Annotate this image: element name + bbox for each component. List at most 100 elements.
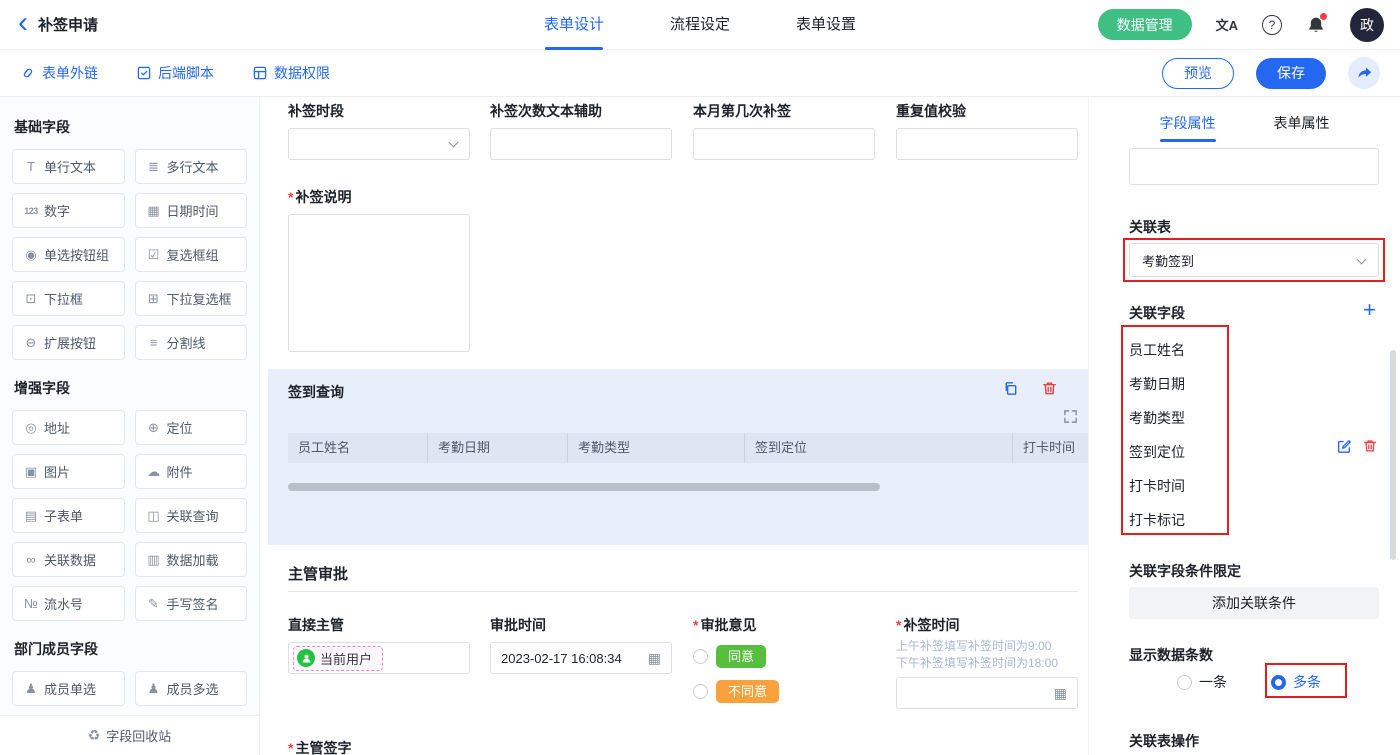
related-table-select[interactable]: 考勤签到: [1129, 243, 1379, 277]
notification-dot: [1320, 13, 1327, 20]
field-type-subform[interactable]: ▤子表单: [12, 498, 125, 533]
script-icon: [136, 65, 152, 81]
radio-multi-row-checked[interactable]: [1271, 675, 1286, 690]
field-type-member-multi[interactable]: ♟成员多选: [135, 671, 248, 706]
sign-count-helper-input[interactable]: [490, 128, 672, 160]
sign-query-block-selected[interactable]: 签到查询 员工姓名 考勤日期 考勤类型 签到定位 打卡时间: [268, 369, 1088, 545]
option-single-row[interactable]: 一条: [1177, 672, 1227, 692]
field-sign-count-helper[interactable]: 补签次数文本辅助: [490, 103, 672, 160]
field-type-extend-button[interactable]: ⊖扩展按钮: [12, 325, 125, 360]
datetime-icon: ▦: [145, 203, 163, 219]
direct-manager-input[interactable]: 当前用户: [288, 642, 470, 674]
add-condition-button[interactable]: 添加关联条件: [1129, 587, 1379, 619]
list-item[interactable]: 考勤类型: [1129, 401, 1185, 435]
form-external-link[interactable]: 表单外链: [20, 63, 98, 83]
field-type-number[interactable]: 123数字: [12, 193, 125, 228]
field-sign-note[interactable]: *补签说明: [288, 189, 470, 352]
tab-form-setting[interactable]: 表单设置: [796, 0, 856, 50]
tab-form-properties[interactable]: 表单属性: [1274, 113, 1330, 142]
field-type-attachment[interactable]: ☁附件: [135, 454, 248, 489]
sign-time-input[interactable]: ▦: [896, 677, 1078, 709]
field-type-label: 扩展按钮: [44, 333, 96, 352]
copy-icon[interactable]: [1002, 380, 1019, 397]
delete-icon[interactable]: [1362, 438, 1378, 454]
notification-bell-icon[interactable]: [1306, 15, 1326, 35]
field-type-handwritten-signature[interactable]: ✎手写签名: [135, 586, 248, 621]
delete-icon[interactable]: [1041, 380, 1058, 397]
field-type-single-line-text[interactable]: T单行文本: [12, 149, 125, 184]
radio-single-row[interactable]: [1177, 675, 1192, 690]
data-manage-button[interactable]: 数据管理: [1098, 9, 1192, 40]
horizontal-scrollbar[interactable]: [288, 483, 880, 491]
field-type-related-data[interactable]: ∞关联数据: [12, 542, 125, 577]
duplicate-check-input[interactable]: [896, 128, 1078, 160]
radio-agree[interactable]: [693, 649, 708, 664]
backend-script-link[interactable]: 后端脚本: [136, 63, 214, 83]
field-month-count[interactable]: 本月第几次补签: [693, 103, 875, 160]
field-type-divider[interactable]: ≡分割线: [135, 325, 248, 360]
field-type-image[interactable]: ▣图片: [12, 454, 125, 489]
field-approve-opinion[interactable]: *审批意见 同意 不同意: [693, 617, 893, 703]
option-multi-row[interactable]: 多条: [1271, 672, 1321, 692]
field-type-datetime[interactable]: ▦日期时间: [135, 193, 248, 228]
preview-button[interactable]: 预览: [1162, 58, 1234, 89]
data-permission-link[interactable]: 数据权限: [252, 63, 330, 83]
field-type-multi-select-dropdown[interactable]: ⊞下拉复选框: [135, 281, 248, 316]
save-button[interactable]: 保存: [1256, 58, 1326, 89]
field-type-address[interactable]: ◎地址: [12, 410, 125, 445]
approve-time-input[interactable]: 2023-02-17 16:08:34 ▦: [490, 642, 672, 674]
column-header: 考勤类型: [568, 433, 745, 463]
tab-form-design[interactable]: 表单设计: [544, 0, 604, 50]
current-user-tag[interactable]: 当前用户: [293, 646, 383, 671]
field-label: 补签时段: [288, 103, 470, 119]
radio-disagree[interactable]: [693, 684, 708, 699]
vertical-scrollbar[interactable]: [1390, 350, 1396, 560]
chevron-down-icon: [1357, 255, 1367, 265]
tab-flow-setting[interactable]: 流程设定: [670, 0, 730, 50]
field-type-radio-group[interactable]: ◉单选按钮组: [12, 237, 125, 272]
list-item[interactable]: 考勤日期: [1129, 367, 1185, 401]
translate-icon[interactable]: 文A: [1216, 15, 1238, 34]
list-item[interactable]: 打卡时间: [1129, 469, 1185, 503]
month-count-input[interactable]: [693, 128, 875, 160]
field-type-data-load[interactable]: ▥数据加载: [135, 542, 248, 577]
field-duplicate-check[interactable]: 重复值校验: [896, 103, 1078, 160]
field-sign-period[interactable]: 补签时段: [288, 103, 470, 160]
tab-field-properties[interactable]: 字段属性: [1160, 113, 1216, 142]
field-approve-time[interactable]: 审批时间 2023-02-17 16:08:34 ▦: [490, 617, 672, 674]
enhanced-fields-grid: ◎地址 ⊕定位 ▣图片 ☁附件 ▤子表单 ◫关联查询 ∞关联数据 ▥数据加载 №…: [12, 410, 247, 621]
field-type-member-single[interactable]: ♟成员单选: [12, 671, 125, 706]
field-type-related-query[interactable]: ◫关联查询: [135, 498, 248, 533]
query-block-actions: [1002, 380, 1058, 397]
member-fields-grid: ♟成员单选 ♟成员多选: [12, 671, 247, 706]
column-header: 考勤日期: [428, 433, 568, 463]
field-type-select[interactable]: ⊡下拉框: [12, 281, 125, 316]
share-button[interactable]: [1348, 57, 1380, 89]
field-recycle-bin[interactable]: ♻ 字段回收站: [0, 715, 259, 755]
sign-period-select[interactable]: [288, 128, 470, 160]
serial-number-icon: №: [22, 596, 40, 611]
related-fields-list: 员工姓名 考勤日期 考勤类型 签到定位 打卡时间 打卡标记: [1129, 333, 1185, 537]
sign-note-textarea[interactable]: [288, 214, 470, 352]
back-icon[interactable]: ‹: [18, 11, 28, 35]
field-direct-manager[interactable]: 直接主管 当前用户: [288, 617, 470, 674]
list-item[interactable]: 签到定位: [1129, 435, 1185, 469]
field-sign-time[interactable]: *补签时间 上午补签填写补签时间为9:00 下午补签填写补签时间为18:00 ▦: [896, 617, 1078, 709]
list-item[interactable]: 打卡标记: [1129, 503, 1185, 537]
display-count-label: 显示数据条数: [1129, 645, 1213, 665]
expand-icon[interactable]: [1063, 409, 1078, 424]
avatar[interactable]: 政: [1350, 8, 1384, 42]
list-item[interactable]: 员工姓名: [1129, 333, 1185, 367]
edit-icon[interactable]: [1336, 438, 1352, 454]
column-header: 员工姓名: [288, 433, 428, 463]
truncated-input[interactable]: [1129, 148, 1379, 185]
option-single-row-label: 一条: [1199, 672, 1227, 692]
field-type-multi-line-text[interactable]: ≣多行文本: [135, 149, 248, 184]
help-icon[interactable]: ?: [1262, 15, 1282, 35]
field-manager-signature[interactable]: *主管签字: [288, 740, 470, 755]
add-field-icon[interactable]: +: [1363, 299, 1376, 321]
field-type-checkbox-group[interactable]: ☑复选框组: [135, 237, 248, 272]
field-type-location[interactable]: ⊕定位: [135, 410, 248, 445]
topbar: ‹ 补签申请 表单设计 流程设定 表单设置 数据管理 文A ? 政: [0, 0, 1400, 50]
field-type-serial-number[interactable]: №流水号: [12, 586, 125, 621]
